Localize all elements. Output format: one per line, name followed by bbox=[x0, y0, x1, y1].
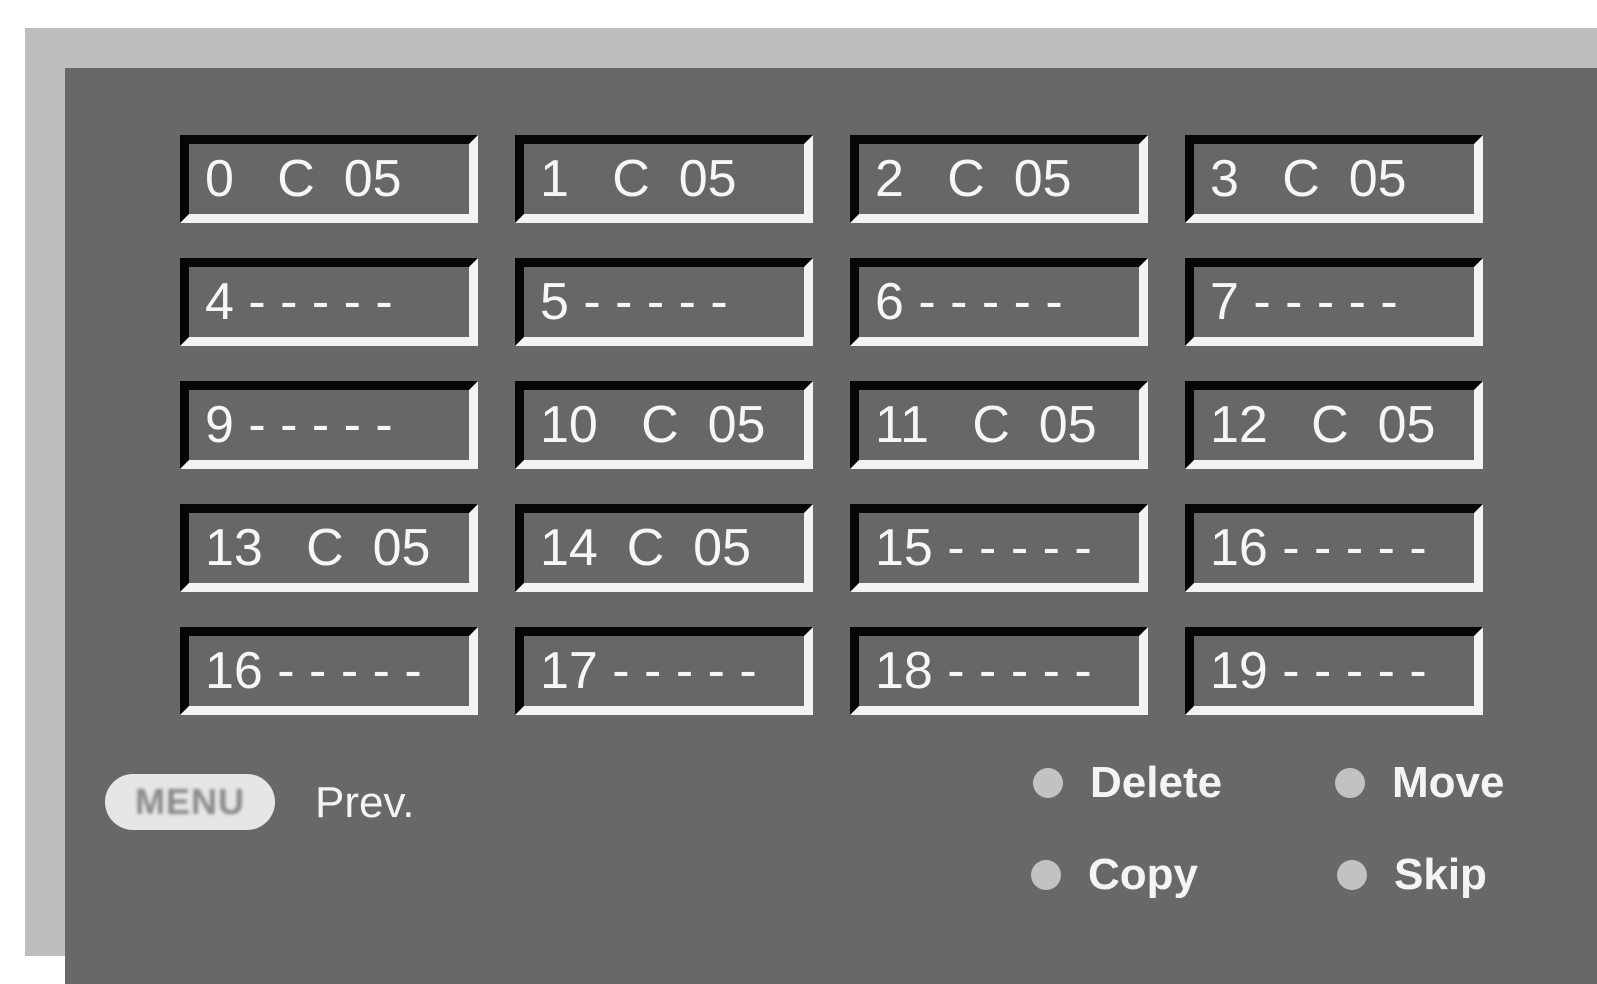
program-slot-label: 1 C 05 bbox=[540, 150, 737, 208]
program-slot-label: 15 - - - - - bbox=[875, 519, 1092, 577]
program-slot-label: 11 C 05 bbox=[875, 396, 1097, 454]
program-slot-1[interactable]: 1 C 05 bbox=[515, 135, 813, 223]
program-slot-18[interactable]: 18 - - - - - bbox=[850, 627, 1148, 715]
legend-delete: Delete bbox=[1033, 758, 1222, 808]
program-slot-6[interactable]: 6 - - - - - bbox=[850, 258, 1148, 346]
program-slot-11[interactable]: 12 C 05 bbox=[1185, 381, 1483, 469]
circle-dot-icon bbox=[1031, 860, 1061, 890]
legend-move: Move bbox=[1335, 758, 1504, 808]
legend-skip: Skip bbox=[1337, 850, 1487, 900]
program-slot-label: 10 C 05 bbox=[540, 396, 766, 454]
program-list-screen: 0 C 05 1 C 05 2 C 05 3 C 05 4 - - - - - … bbox=[25, 28, 1597, 984]
menu-button-label: MENU bbox=[135, 781, 245, 822]
program-slot-14[interactable]: 15 - - - - - bbox=[850, 504, 1148, 592]
program-slot-2[interactable]: 2 C 05 bbox=[850, 135, 1148, 223]
legend-skip-label: Skip bbox=[1394, 850, 1487, 899]
program-slot-5[interactable]: 5 - - - - - bbox=[515, 258, 813, 346]
program-slot-label: 0 C 05 bbox=[205, 150, 402, 208]
program-slot-13[interactable]: 14 C 05 bbox=[515, 504, 813, 592]
program-slot-16[interactable]: 16 - - - - - bbox=[180, 627, 478, 715]
legend-move-label: Move bbox=[1392, 758, 1505, 807]
program-slot-12[interactable]: 13 C 05 bbox=[180, 504, 478, 592]
program-slot-19[interactable]: 19 - - - - - bbox=[1185, 627, 1483, 715]
program-slot-label: 12 C 05 bbox=[1210, 396, 1436, 454]
program-grid: 0 C 05 1 C 05 2 C 05 3 C 05 4 - - - - - … bbox=[180, 135, 1483, 715]
circle-dot-icon bbox=[1033, 768, 1063, 798]
program-slot-label: 18 - - - - - bbox=[875, 642, 1092, 700]
program-list-panel: 0 C 05 1 C 05 2 C 05 3 C 05 4 - - - - - … bbox=[65, 68, 1597, 984]
program-slot-label: 5 - - - - - bbox=[540, 273, 728, 331]
legend-copy: Copy bbox=[1031, 850, 1198, 900]
program-slot-15[interactable]: 16 - - - - - bbox=[1185, 504, 1483, 592]
program-slot-9[interactable]: 10 C 05 bbox=[515, 381, 813, 469]
program-slot-4[interactable]: 4 - - - - - bbox=[180, 258, 478, 346]
program-slot-3[interactable]: 3 C 05 bbox=[1185, 135, 1483, 223]
program-slot-7[interactable]: 7 - - - - - bbox=[1185, 258, 1483, 346]
prev-label: Prev. bbox=[315, 778, 415, 827]
program-slot-label: 7 - - - - - bbox=[1210, 273, 1398, 331]
circle-dot-icon bbox=[1335, 768, 1365, 798]
program-slot-label: 3 C 05 bbox=[1210, 150, 1407, 208]
program-slot-0[interactable]: 0 C 05 bbox=[180, 135, 478, 223]
legend-delete-label: Delete bbox=[1090, 758, 1223, 807]
program-slot-label: 9 - - - - - bbox=[205, 396, 393, 454]
program-slot-label: 19 - - - - - bbox=[1210, 642, 1427, 700]
program-slot-10[interactable]: 11 C 05 bbox=[850, 381, 1148, 469]
program-slot-17[interactable]: 17 - - - - - bbox=[515, 627, 813, 715]
circle-dot-icon bbox=[1337, 860, 1367, 890]
program-slot-label: 16 - - - - - bbox=[205, 642, 422, 700]
program-slot-label: 2 C 05 bbox=[875, 150, 1072, 208]
menu-button[interactable]: MENU bbox=[105, 774, 275, 830]
program-slot-label: 4 - - - - - bbox=[205, 273, 393, 331]
program-slot-8[interactable]: 9 - - - - - bbox=[180, 381, 478, 469]
legend-copy-label: Copy bbox=[1088, 850, 1198, 899]
program-slot-label: 6 - - - - - bbox=[875, 273, 1063, 331]
program-slot-label: 16 - - - - - bbox=[1210, 519, 1427, 577]
program-slot-label: 17 - - - - - bbox=[540, 642, 757, 700]
program-slot-label: 14 C 05 bbox=[540, 519, 752, 577]
program-slot-label: 13 C 05 bbox=[205, 519, 431, 577]
